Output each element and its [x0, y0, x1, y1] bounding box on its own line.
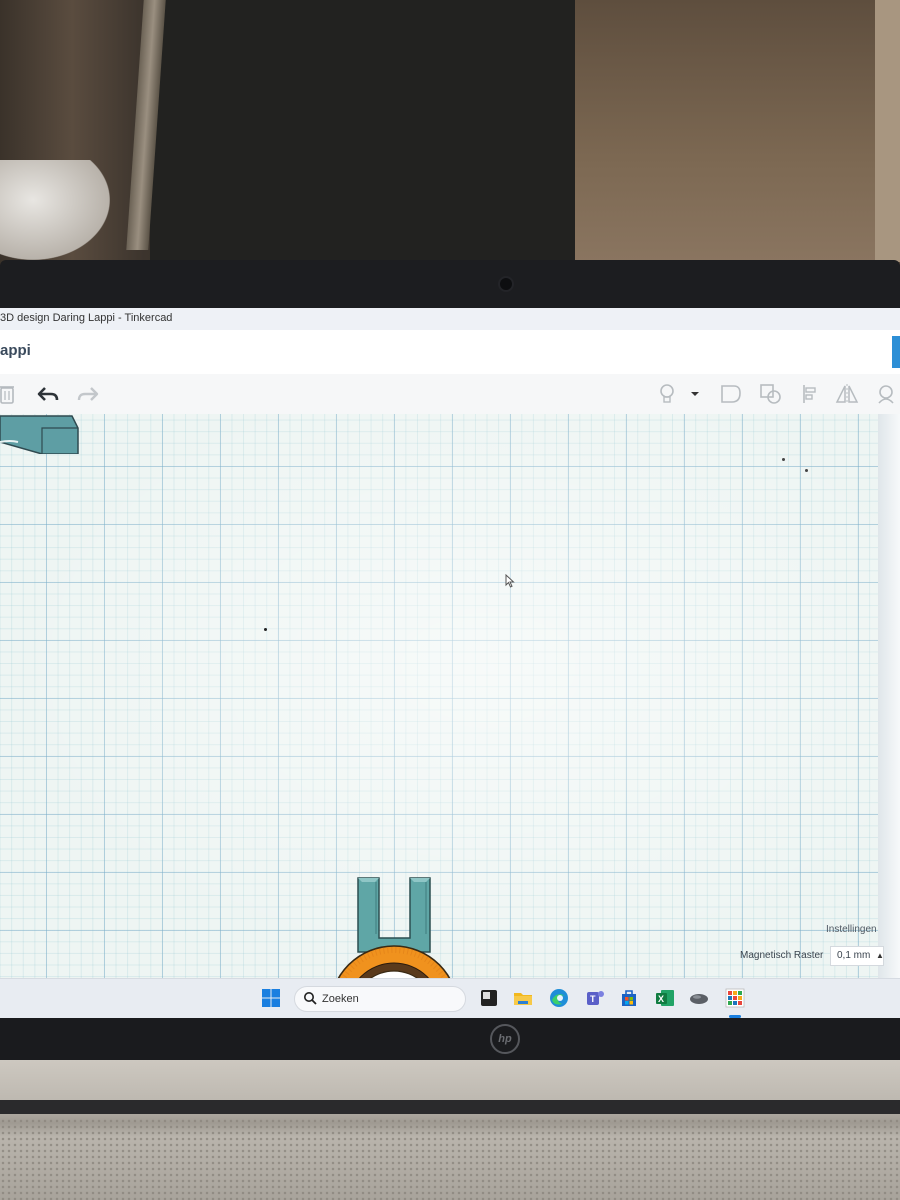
taskbar-search[interactable]: Zoeken: [294, 986, 466, 1012]
search-icon: [304, 992, 317, 1005]
grid-dot: [782, 458, 785, 461]
snap-grid-label: Magnetisch Raster: [740, 950, 824, 961]
teams-icon[interactable]: T: [584, 987, 606, 1009]
laptop-bezel-bottom: [0, 1018, 900, 1060]
cruise-icon[interactable]: [874, 382, 898, 406]
svg-text:T: T: [590, 994, 596, 1004]
laptop-base: [0, 1060, 900, 1200]
align-icon[interactable]: [800, 382, 820, 406]
grid-dot: [264, 628, 267, 631]
laptop-hinge: [0, 1100, 900, 1114]
excel-icon[interactable]: X: [654, 987, 676, 1009]
group-icon[interactable]: [718, 382, 744, 406]
doorway: [150, 0, 580, 262]
ungroup-icon[interactable]: [758, 382, 784, 406]
mirror-icon[interactable]: [834, 382, 860, 406]
edge-icon[interactable]: [548, 987, 570, 1009]
redo-icon[interactable]: [76, 382, 100, 406]
edit-toolbar: [0, 374, 900, 415]
laptop-screen: 3D design Daring Lappi - Tinkercad appi: [0, 308, 900, 1018]
light-bulb-icon[interactable]: [656, 382, 678, 406]
design-name[interactable]: appi: [0, 342, 31, 359]
file-explorer-icon[interactable]: [512, 987, 534, 1009]
window-titlebar: 3D design Daring Lappi - Tinkercad: [0, 308, 900, 331]
view-cube-icon[interactable]: [0, 414, 82, 454]
room-background: [0, 0, 900, 270]
tinkercad-app-icon[interactable]: [724, 987, 746, 1009]
snap-grid-value: 0,1 mm: [837, 950, 871, 961]
task-view-icon[interactable]: [478, 987, 500, 1009]
dropdown-icon[interactable]: [688, 382, 702, 406]
wall: [575, 0, 900, 262]
mouse-app-icon[interactable]: [688, 987, 710, 1009]
trash-icon[interactable]: [0, 382, 16, 406]
undo-icon[interactable]: [36, 382, 60, 406]
search-placeholder: Zoeken: [322, 993, 359, 1005]
webcam-icon: [500, 278, 512, 290]
speaker-grille: [0, 1118, 900, 1200]
store-icon[interactable]: [618, 987, 640, 1009]
workplane-scroll-edge: [878, 414, 900, 978]
svg-text:X: X: [658, 994, 664, 1004]
white-chair: [0, 160, 110, 260]
hp-logo-icon: hp: [490, 1024, 520, 1054]
workplane-grid[interactable]: [0, 414, 888, 1018]
windows-start-icon[interactable]: [260, 987, 282, 1009]
header-accent: [892, 336, 900, 368]
settings-link[interactable]: Instellingen: [826, 924, 877, 935]
window-title: 3D design Daring Lappi - Tinkercad: [0, 312, 173, 324]
grid-dot: [805, 469, 808, 472]
mouse-cursor-icon: [505, 574, 515, 588]
app-header: appi: [0, 330, 900, 375]
door-frame: [875, 0, 900, 262]
windows-taskbar: Zoeken T X: [0, 978, 900, 1018]
chevron-up-icon[interactable]: ▲: [876, 951, 884, 960]
